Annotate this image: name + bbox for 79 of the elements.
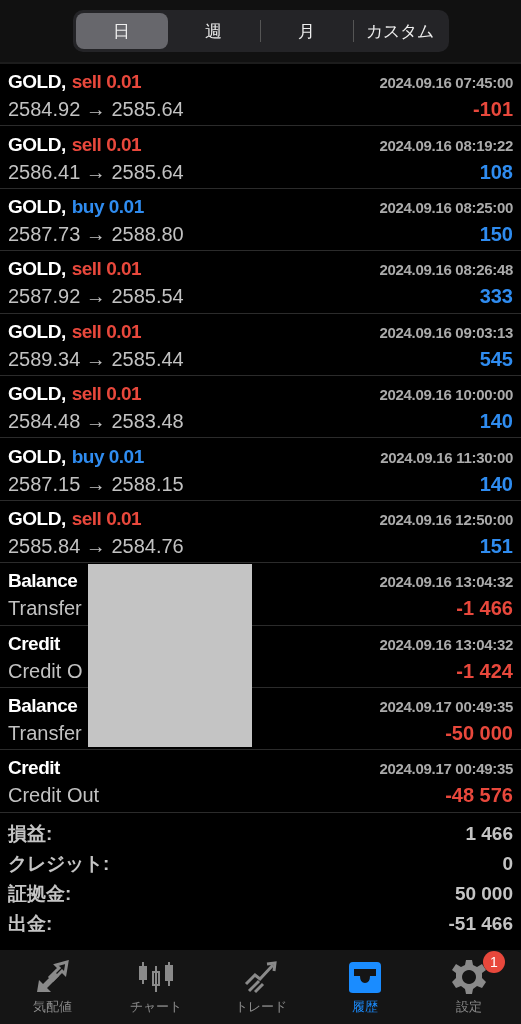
order-label: sell 0.01 xyxy=(71,258,142,281)
tab-bar-item[interactable]: チャート xyxy=(104,950,209,1024)
deal-result: 333 xyxy=(479,285,513,309)
summary-value: 0 xyxy=(502,852,513,875)
price-range: 2584.92 → 2585.64 xyxy=(8,98,184,122)
price-range: 2585.84 → 2584.76 xyxy=(8,534,184,558)
order-label: buy 0.01 xyxy=(71,195,144,218)
order-label: sell 0.01 xyxy=(71,320,142,343)
period-tab[interactable]: 月 xyxy=(260,13,353,49)
period-tab[interactable]: カスタム xyxy=(353,13,446,49)
symbol-label: GOLD, xyxy=(8,383,66,406)
deal-time: 2024.09.16 09:03:13 xyxy=(379,323,513,341)
symbol-label: Credit xyxy=(8,632,60,655)
candlestick-icon xyxy=(138,959,175,994)
deal-result: -50 000 xyxy=(445,722,513,746)
deal-result: 140 xyxy=(479,410,513,434)
summary-label: クレジット: xyxy=(8,851,110,876)
deal-result: -1 424 xyxy=(456,659,513,683)
deal-time: 2024.09.16 13:04:32 xyxy=(379,573,513,591)
symbol-label: GOLD, xyxy=(8,258,66,281)
deal-result: 150 xyxy=(479,222,513,246)
price-range: 2584.48 → 2583.48 xyxy=(8,410,184,434)
deal-time: 2024.09.16 08:26:48 xyxy=(379,261,513,279)
tab-bar-item[interactable]: トレード xyxy=(208,950,313,1024)
deal-comment: Credit Out xyxy=(8,784,100,808)
deal-time: 2024.09.17 00:49:35 xyxy=(379,698,513,716)
order-label: buy 0.01 xyxy=(71,445,144,468)
order-label: sell 0.01 xyxy=(71,383,142,406)
deal-comment: Transfer xyxy=(8,722,82,746)
symbol-label: GOLD, xyxy=(8,71,66,94)
symbol-label: GOLD, xyxy=(8,445,66,468)
deal-time: 2024.09.16 13:04:32 xyxy=(379,635,513,653)
symbol-label: Balance xyxy=(8,570,78,593)
summary-label: 証拠金: xyxy=(8,881,72,906)
deal-time: 2024.09.17 00:49:35 xyxy=(379,760,513,778)
symbol-label: GOLD, xyxy=(8,320,66,343)
deal-time: 2024.09.16 07:45:00 xyxy=(379,74,513,92)
symbol-label: Balance xyxy=(8,695,78,718)
deal-time: 2024.09.16 08:19:22 xyxy=(379,136,513,154)
symbol-label: GOLD, xyxy=(8,507,66,530)
deal-time: 2024.09.16 12:50:00 xyxy=(379,510,513,528)
deal-result: 545 xyxy=(479,347,513,371)
deal-comment: Credit O xyxy=(8,659,83,683)
deal-time: 2024.09.16 08:25:00 xyxy=(379,198,513,216)
order-label: sell 0.01 xyxy=(71,71,142,94)
notification-badge: 1 xyxy=(482,950,505,973)
deal-result: 108 xyxy=(479,160,513,184)
symbol-label: Credit xyxy=(8,757,60,780)
tab-bar-item[interactable]: 気配値 xyxy=(0,950,105,1024)
trend-arrow-icon xyxy=(242,959,279,994)
summary-value: -51 466 xyxy=(448,912,513,935)
summary-value: 1 466 xyxy=(465,822,513,845)
period-tab[interactable]: 日 xyxy=(75,13,168,49)
deal-result: 140 xyxy=(479,472,513,496)
period-tab[interactable]: 週 xyxy=(167,13,260,49)
tab-bar-item[interactable]: 1 設定 xyxy=(416,950,521,1024)
order-label: sell 0.01 xyxy=(71,133,142,156)
deal-result: -1 466 xyxy=(456,597,513,621)
price-range: 2589.34 → 2585.44 xyxy=(8,347,184,371)
diagonal-arrows-icon xyxy=(35,959,70,994)
inbox-icon xyxy=(346,959,383,994)
summary-label: 出金: xyxy=(8,911,53,936)
symbol-label: GOLD, xyxy=(8,195,66,218)
price-range: 2587.92 → 2585.54 xyxy=(8,285,184,309)
price-range: 2587.15 → 2588.15 xyxy=(8,472,184,496)
deal-time: 2024.09.16 10:00:00 xyxy=(379,386,513,404)
deal-result: -48 576 xyxy=(445,784,513,808)
deal-comment: Transfer xyxy=(8,597,82,621)
deal-result: -101 xyxy=(472,98,513,122)
deal-result: 151 xyxy=(479,534,513,558)
summary-label: 損益: xyxy=(8,821,53,846)
settings-icon xyxy=(450,958,487,995)
price-range: 2586.41 → 2585.64 xyxy=(8,160,184,184)
deal-time: 2024.09.16 11:30:00 xyxy=(380,448,513,466)
order-label: sell 0.01 xyxy=(71,507,142,530)
price-range: 2587.73 → 2588.80 xyxy=(8,222,184,246)
symbol-label: GOLD, xyxy=(8,133,66,156)
summary-value: 50 000 xyxy=(454,882,513,905)
tab-bar-item[interactable]: 履歴 xyxy=(312,950,417,1024)
